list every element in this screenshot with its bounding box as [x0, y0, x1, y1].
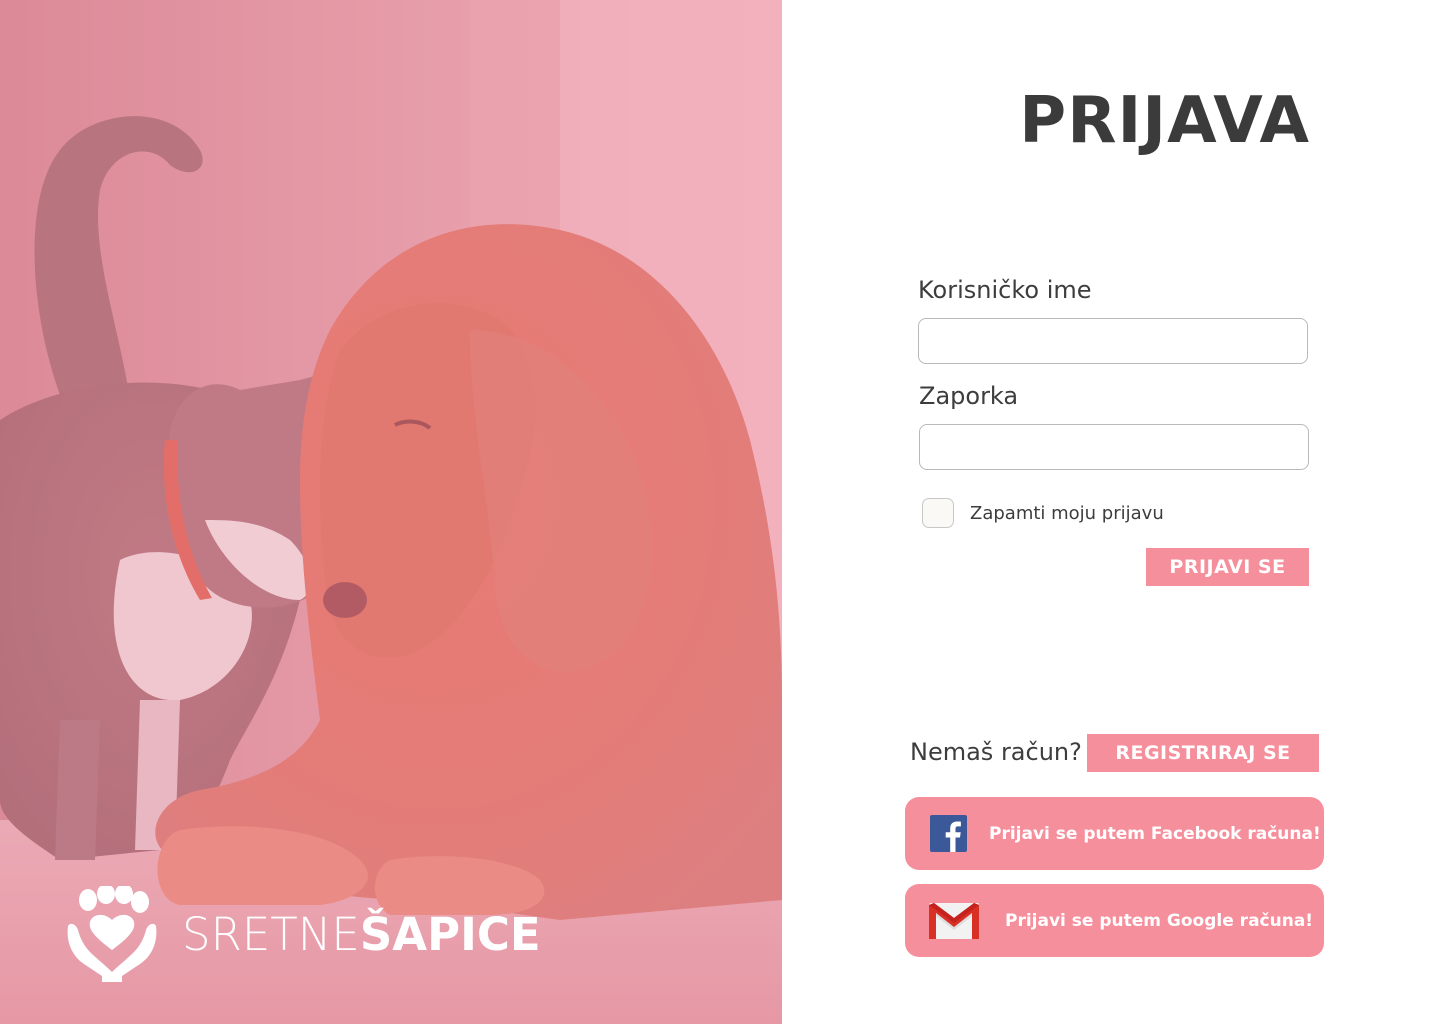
remember-me: Zapamti moju prijavu: [922, 498, 1164, 528]
gmail-icon: [929, 902, 979, 939]
login-button[interactable]: PRIJAVI SE: [1146, 548, 1309, 586]
register-button[interactable]: REGISTRIRAJ SE: [1087, 734, 1319, 772]
brand: SRETNEŠAPICE: [66, 886, 541, 982]
password-label: Zaporka: [919, 382, 1019, 410]
brand-name-bold: ŠAPICE: [359, 907, 541, 961]
login-panel: PRIJAVA Korisničko ime Zaporka Zapamti m…: [782, 0, 1440, 1024]
brand-name: SRETNEŠAPICE: [182, 912, 541, 957]
facebook-login-label: Prijavi se putem Facebook računa!: [989, 823, 1321, 844]
hero-panel: SRETNEŠAPICE: [0, 0, 782, 1024]
cat-and-dog-photo: [0, 0, 782, 1024]
username-input[interactable]: [918, 318, 1308, 364]
facebook-login-button[interactable]: Prijavi se putem Facebook računa!: [905, 797, 1324, 870]
username-label: Korisničko ime: [918, 276, 1092, 304]
page-title: PRIJAVA: [1019, 84, 1310, 158]
facebook-icon: [930, 815, 967, 852]
google-login-button[interactable]: Prijavi se putem Google računa!: [905, 884, 1324, 957]
password-input[interactable]: [919, 424, 1309, 470]
no-account-text: Nemaš račun?: [910, 738, 1082, 766]
login-page: SRETNEŠAPICE PRIJAVA Korisničko ime Zapo…: [0, 0, 1440, 1024]
remember-me-label: Zapamti moju prijavu: [970, 502, 1164, 524]
paw-heart-hands-icon: [67, 886, 157, 982]
brand-name-light: SRETNE: [182, 907, 360, 961]
google-login-label: Prijavi se putem Google računa!: [1005, 910, 1314, 931]
remember-me-checkbox[interactable]: [922, 498, 954, 528]
